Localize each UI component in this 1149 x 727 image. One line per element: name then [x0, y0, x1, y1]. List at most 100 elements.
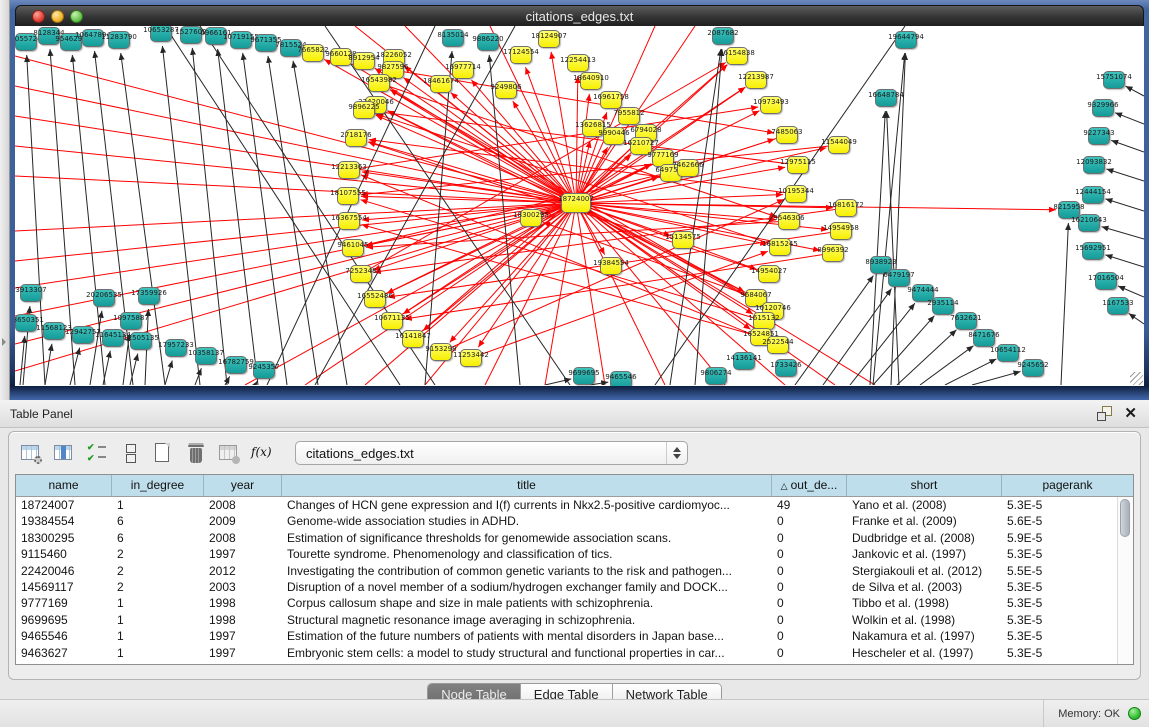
- graph-node[interactable]: 8471676: [973, 329, 995, 347]
- graph-node[interactable]: 16543982: [368, 74, 390, 92]
- table-cell[interactable]: Dudbridge et al. (2008): [847, 530, 1002, 546]
- resize-grip[interactable]: [1130, 372, 1143, 385]
- graph-node[interactable]: 11568123: [43, 322, 65, 340]
- graph-node[interactable]: 9249806: [495, 81, 517, 99]
- new-table-icon[interactable]: [151, 442, 175, 465]
- graph-node[interactable]: 7955812: [618, 107, 640, 125]
- table-cell[interactable]: Structural magnetic resonance image aver…: [282, 612, 772, 628]
- graph-node[interactable]: 9990446: [603, 127, 625, 145]
- scrollbar-thumb[interactable]: [1120, 499, 1130, 537]
- graph-node[interactable]: 9806274: [705, 367, 727, 385]
- table-cell[interactable]: 5.3E-5: [1002, 579, 1122, 595]
- table-cell[interactable]: 9465546: [16, 628, 112, 644]
- table-cell[interactable]: 0: [772, 595, 847, 611]
- graph-node[interactable]: 10671135: [381, 312, 403, 330]
- table-cell[interactable]: Changes of HCN gene expression and I(f) …: [282, 497, 772, 513]
- table-cell[interactable]: 5.6E-5: [1002, 513, 1122, 529]
- graph-node[interactable]: 16210643: [1078, 214, 1100, 232]
- graph-node[interactable]: 2718176: [345, 129, 367, 147]
- table-cell[interactable]: 0: [772, 563, 847, 579]
- graph-node[interactable]: 17957233: [165, 339, 187, 357]
- table-cell[interactable]: Stergiakouli et al. (2012): [847, 563, 1002, 579]
- graph-node[interactable]: 8135014: [442, 29, 464, 47]
- graph-node[interactable]: 1167533: [1107, 297, 1129, 315]
- graph-node[interactable]: 18107555: [337, 187, 359, 205]
- network-canvas[interactable]: 1872400720557248128344954629910647894112…: [15, 26, 1144, 386]
- table-cell[interactable]: Estimation of significance thresholds fo…: [282, 530, 772, 546]
- graph-node[interactable]: 15751074: [1103, 71, 1125, 89]
- table-cell[interactable]: 5.3E-5: [1002, 546, 1122, 562]
- graph-node[interactable]: 9461045: [342, 239, 364, 257]
- graph-node[interactable]: 14954027: [758, 265, 780, 283]
- graph-node[interactable]: 12942757: [72, 326, 94, 344]
- graph-node[interactable]: 1527602: [180, 26, 202, 44]
- table-cell[interactable]: 5.9E-5: [1002, 530, 1122, 546]
- table-cell[interactable]: Jankovic et al. (1997): [847, 546, 1002, 562]
- graph-node[interactable]: 8996392: [822, 244, 844, 262]
- graph-node[interactable]: 17124554: [510, 46, 532, 64]
- table-cell[interactable]: 9115460: [16, 546, 112, 562]
- table-cell[interactable]: 18300295: [16, 530, 112, 546]
- graph-node[interactable]: 11645134: [102, 329, 124, 347]
- table-select[interactable]: citations_edges.txt: [295, 441, 688, 465]
- table-row[interactable]: 1872400712008Changes of HCN gene express…: [16, 497, 1133, 513]
- table-cell[interactable]: 0: [772, 612, 847, 628]
- graph-node[interactable]: 10973493: [760, 96, 782, 114]
- table-cell[interactable]: Estimation of the future numbers of pati…: [282, 628, 772, 644]
- graph-node[interactable]: 10653287: [150, 26, 172, 42]
- graph-node[interactable]: 15692951: [1082, 242, 1104, 260]
- table-cell[interactable]: 1998: [204, 612, 282, 628]
- table-cell[interactable]: Investigating the contribution of common…: [282, 563, 772, 579]
- table-cell[interactable]: 5.3E-5: [1002, 612, 1122, 628]
- table-row[interactable]: 969969511998Structural magnetic resonanc…: [16, 612, 1133, 628]
- select-rows-icon[interactable]: [85, 442, 109, 465]
- table-cell[interactable]: Genome-wide association studies in ADHD.: [282, 513, 772, 529]
- graph-node[interactable]: 20206535: [93, 289, 115, 307]
- graph-node[interactable]: 6479197: [888, 269, 910, 287]
- table-cell[interactable]: 22420046: [16, 563, 112, 579]
- table-cell[interactable]: 19384554: [16, 513, 112, 529]
- graph-node[interactable]: 7665822: [302, 44, 324, 62]
- graph-node[interactable]: 15134575: [672, 231, 694, 249]
- table-cell[interactable]: de Silva et al. (2003): [847, 579, 1002, 595]
- table-row[interactable]: 2242004622012Investigating the contribut…: [16, 563, 1133, 579]
- table-cell[interactable]: 0: [772, 546, 847, 562]
- table-cell[interactable]: 5.3E-5: [1002, 645, 1122, 661]
- graph-node[interactable]: 1733426: [775, 359, 797, 377]
- graph-node[interactable]: 16552486: [364, 290, 386, 308]
- table-cell[interactable]: 9463627: [16, 645, 112, 661]
- column-header-out_de[interactable]: △out_de...: [772, 475, 847, 496]
- table-cell[interactable]: 2008: [204, 530, 282, 546]
- table-cell[interactable]: Nakamura et al. (1997): [847, 628, 1002, 644]
- graph-node[interactable]: 12254413: [567, 54, 589, 72]
- graph-node[interactable]: 16154838: [726, 47, 748, 65]
- table-cell[interactable]: 0: [772, 628, 847, 644]
- table-cell[interactable]: 1: [112, 628, 204, 644]
- table-cell[interactable]: 2: [112, 579, 204, 595]
- table-cell[interactable]: 2009: [204, 513, 282, 529]
- graph-node[interactable]: 10654112: [997, 344, 1019, 362]
- table-cell[interactable]: 6: [112, 513, 204, 529]
- table-cell[interactable]: 1: [112, 612, 204, 628]
- table-cell[interactable]: 1998: [204, 595, 282, 611]
- graph-node[interactable]: 9671355: [255, 34, 277, 52]
- control-panel-divider[interactable]: [0, 0, 10, 400]
- table-cell[interactable]: Wolkin et al. (1998): [847, 612, 1002, 628]
- graph-node[interactable]: 16141847: [402, 330, 424, 348]
- table-cell[interactable]: 2003: [204, 579, 282, 595]
- graph-node[interactable]: 12505135: [130, 332, 152, 350]
- table-row[interactable]: 977716911998Corpus callosum shape and si…: [16, 595, 1133, 611]
- rows-stack-icon[interactable]: [118, 442, 142, 465]
- graph-node[interactable]: 17359926: [138, 287, 160, 305]
- graph-node[interactable]: 16961758: [600, 91, 622, 109]
- table-cell[interactable]: 5.3E-5: [1002, 628, 1122, 644]
- graph-node[interactable]: 18640910: [580, 72, 602, 90]
- graph-node[interactable]: 14136141: [733, 352, 755, 370]
- graph-node[interactable]: 12975115: [787, 156, 809, 174]
- close-panel-icon[interactable]: [1124, 406, 1137, 421]
- table-row[interactable]: 1938455462009Genome-wide association stu…: [16, 513, 1133, 529]
- table-cell[interactable]: Disruption of a novel member of a sodium…: [282, 579, 772, 595]
- table-cell[interactable]: 1: [112, 645, 204, 661]
- function-builder-icon[interactable]: [250, 442, 274, 465]
- graph-node[interactable]: 10358137: [195, 347, 217, 365]
